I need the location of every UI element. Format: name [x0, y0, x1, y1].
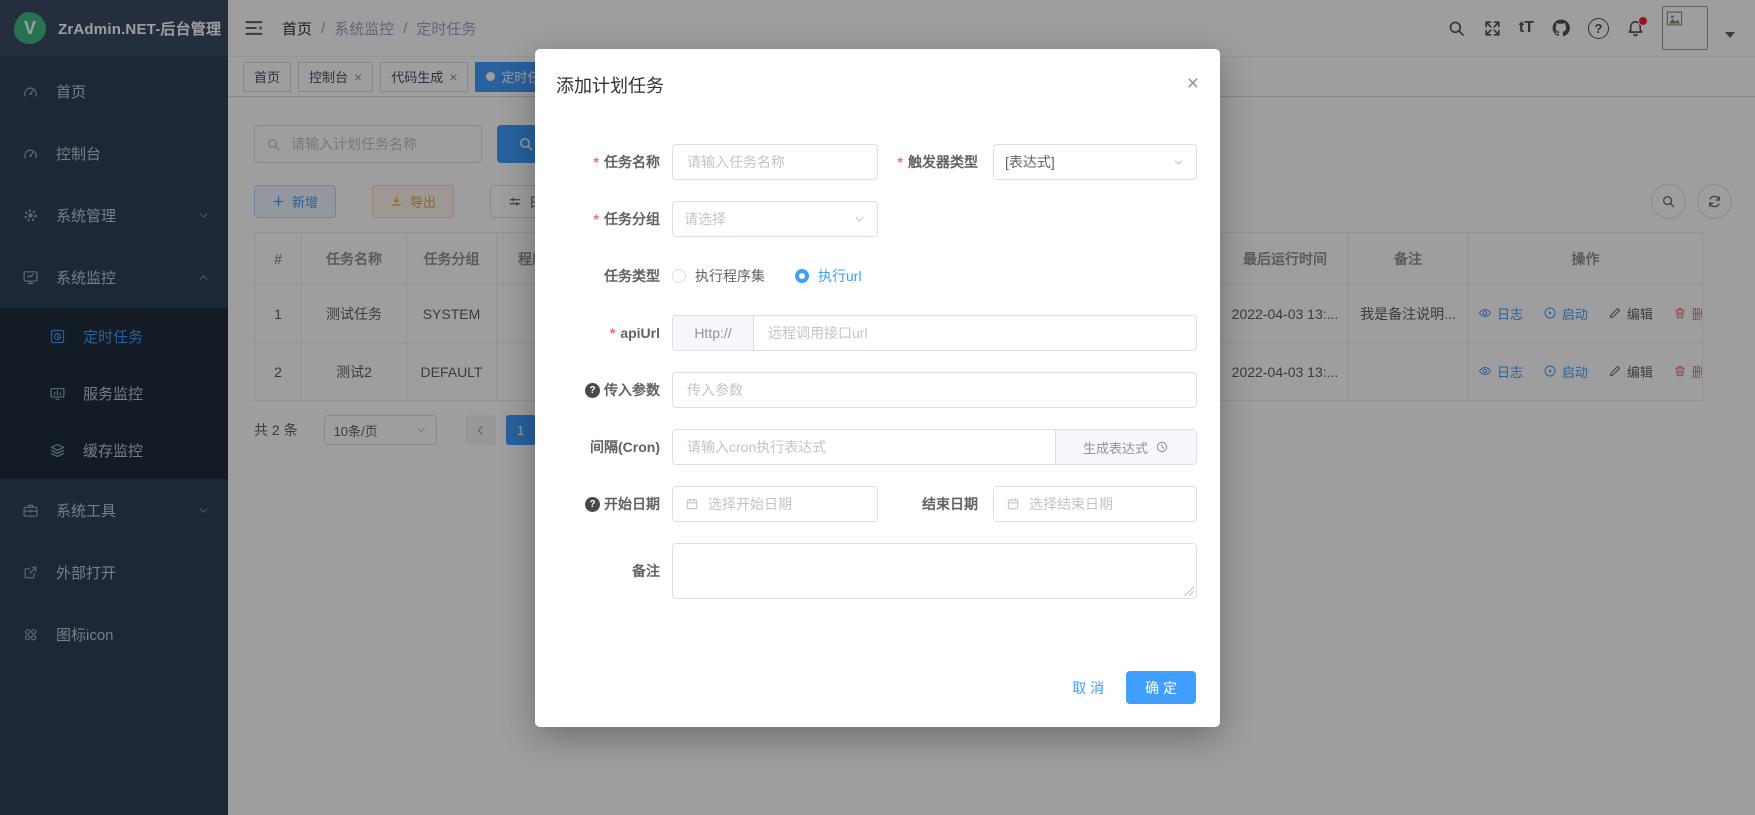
form-row-job-type: 任务类型 执行程序集 执行url: [535, 258, 1220, 294]
trigger-type-select[interactable]: [表达式]: [993, 144, 1197, 180]
apiurl-input[interactable]: [766, 324, 1184, 342]
trigger-type-label: *触发器类型: [878, 152, 993, 172]
apiurl-field[interactable]: [754, 316, 1196, 350]
dialog-title: 添加计划任务: [556, 76, 664, 96]
form-row-remark: 备注: [535, 543, 1220, 599]
remark-textarea-wrap: [672, 543, 1197, 599]
dialog-form: *任务名称 *触发器类型 [表达式] *任务分组 请: [535, 144, 1220, 599]
confirm-button[interactable]: 确 定: [1126, 671, 1196, 704]
end-date-label: 结束日期: [878, 494, 993, 514]
job-name-field[interactable]: [672, 144, 878, 180]
clock-icon: [1155, 440, 1169, 454]
form-row-cron: 间隔(Cron) 生成表达式: [535, 429, 1220, 465]
app-root: V ZrAdmin.NET-后台管理 首页 控制台 系统管理 系统监控: [0, 0, 1755, 815]
radio-assembly[interactable]: 执行程序集: [672, 266, 765, 286]
params-label: ? 传入参数: [535, 380, 672, 400]
cron-input[interactable]: [685, 438, 1043, 456]
form-row-dates: ? 开始日期 结束日期: [535, 486, 1220, 522]
job-type-label: 任务类型: [535, 266, 672, 286]
job-name-input[interactable]: [685, 153, 865, 171]
job-type-radio-group: 执行程序集 执行url: [672, 266, 862, 286]
close-icon[interactable]: ×: [1187, 73, 1199, 94]
remark-label: 备注: [535, 561, 672, 581]
help-tooltip-icon[interactable]: ?: [585, 383, 600, 398]
radio-url[interactable]: 执行url: [795, 266, 862, 286]
start-date-label: ? 开始日期: [535, 494, 672, 514]
start-date-picker[interactable]: [672, 486, 878, 522]
apiurl-group: Http://: [672, 315, 1197, 351]
form-row-group: *任务分组 请选择: [535, 201, 1220, 237]
job-name-label: *任务名称: [535, 152, 672, 172]
cron-label: 间隔(Cron): [535, 437, 672, 457]
calendar-icon: [1006, 497, 1020, 511]
dialog-footer: 取 消 确 定: [1066, 671, 1196, 704]
form-row-name-trigger: *任务名称 *触发器类型 [表达式]: [535, 144, 1220, 180]
chevron-down-icon: [1172, 156, 1185, 169]
params-input[interactable]: [685, 381, 1184, 399]
start-date-input[interactable]: [706, 495, 865, 513]
add-task-dialog: 添加计划任务 × *任务名称 *触发器类型 [表达式]: [535, 49, 1220, 727]
help-tooltip-icon[interactable]: ?: [585, 497, 600, 512]
generate-cron-button[interactable]: 生成表达式: [1055, 430, 1196, 464]
dialog-header: 添加计划任务 ×: [535, 49, 1220, 98]
apiurl-prefix: Http://: [673, 316, 754, 350]
radio-icon: [795, 269, 809, 283]
form-row-apiurl: *apiUrl Http://: [535, 315, 1220, 351]
form-row-params: ? 传入参数: [535, 372, 1220, 408]
job-group-select[interactable]: 请选择: [672, 201, 878, 237]
calendar-icon: [685, 497, 699, 511]
job-group-label: *任务分组: [535, 209, 672, 229]
apiurl-label: *apiUrl: [535, 325, 672, 341]
radio-icon: [672, 269, 686, 283]
params-field[interactable]: [672, 372, 1197, 408]
textarea-resize-handle[interactable]: [1184, 586, 1194, 596]
cancel-button[interactable]: 取 消: [1066, 678, 1110, 698]
end-date-picker[interactable]: [993, 486, 1197, 522]
chevron-down-icon: [853, 213, 866, 226]
end-date-input[interactable]: [1027, 495, 1184, 513]
remark-textarea[interactable]: [673, 544, 1196, 598]
cron-field[interactable]: [673, 430, 1055, 464]
cron-group: 生成表达式: [672, 429, 1197, 465]
